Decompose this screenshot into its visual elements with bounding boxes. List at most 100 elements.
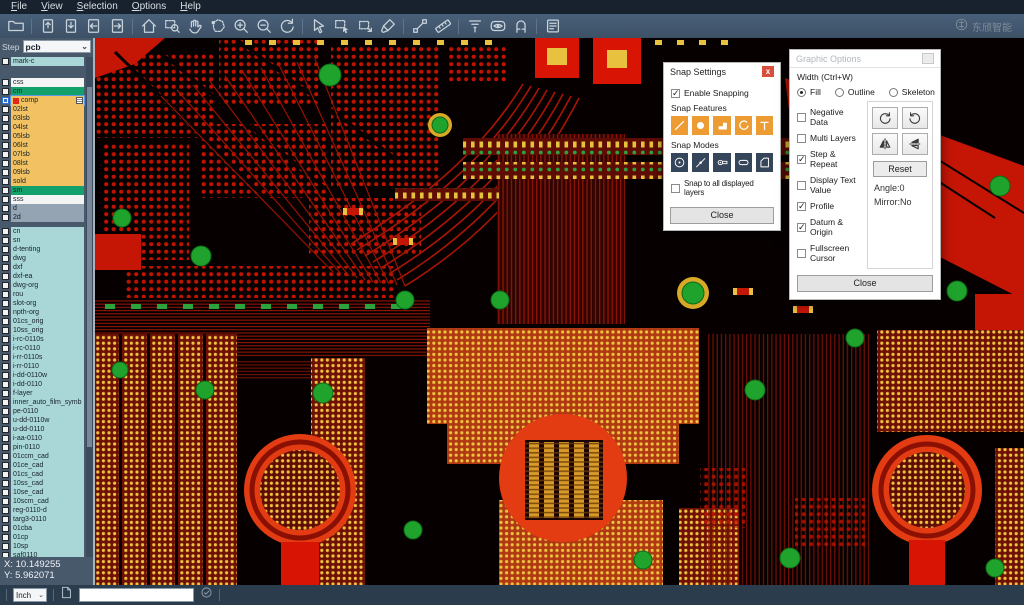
graphic-option-datum-origin[interactable]: Datum & Origin — [797, 217, 861, 237]
layer-row-dwg-org[interactable]: dwg-org — [1, 281, 84, 290]
menu-file[interactable]: File — [4, 0, 34, 14]
layer-label[interactable]: targ3-0110 — [11, 515, 84, 524]
snap-mode-slot-button[interactable] — [735, 153, 752, 172]
zoom-in-icon[interactable] — [229, 16, 252, 37]
layer-label[interactable]: css — [11, 78, 84, 87]
home-view-icon[interactable] — [137, 16, 160, 37]
layer-checkbox[interactable] — [2, 79, 9, 86]
layer-label[interactable]: 01cp — [11, 533, 84, 542]
layer-label[interactable]: cn — [11, 227, 84, 236]
layer-row-i-rr-0110[interactable]: i-rr-0110 — [1, 362, 84, 371]
layer-label[interactable]: 10se_cad — [11, 488, 84, 497]
layer-checkbox[interactable] — [2, 516, 9, 523]
graphic-option-profile[interactable]: Profile — [797, 201, 861, 211]
layer-label[interactable]: d-tenting — [11, 245, 84, 254]
layer-label[interactable]: u-dd-0110 — [11, 425, 84, 434]
layer-label[interactable]: u-dd-0110w — [11, 416, 84, 425]
layer-row-10scm_cad[interactable]: 10scm_cad — [1, 497, 84, 506]
layer-checkbox[interactable] — [2, 426, 9, 433]
layer-checkbox[interactable] — [2, 273, 9, 280]
layer-row-u-dd-0110[interactable]: u-dd-0110 — [1, 425, 84, 434]
layer-label[interactable]: cm — [11, 87, 84, 96]
snap-feature-surface-button[interactable] — [713, 116, 730, 135]
layer-checkbox[interactable] — [2, 264, 9, 271]
layer-label[interactable]: reg-0110-d — [11, 506, 84, 515]
layer-row-cm[interactable]: cm — [1, 87, 84, 96]
width-radio-skeleton[interactable]: Skeleton — [889, 87, 935, 97]
menu-selection[interactable]: Selection — [70, 0, 125, 14]
filter-icon[interactable] — [463, 16, 486, 37]
layer-label[interactable]: 03lsb — [11, 114, 84, 123]
graphic-option-multi-layers[interactable]: Multi Layers — [797, 133, 861, 143]
graphic-option-negative-data[interactable]: Negative Data — [797, 107, 861, 127]
layer-label[interactable]: i-rr-0110s — [11, 353, 84, 362]
layer-checkbox[interactable] — [2, 237, 9, 244]
layer-checkbox[interactable] — [2, 453, 9, 460]
layer-checkbox[interactable] — [2, 133, 9, 140]
layer-row-npth-org[interactable]: npth-org — [1, 308, 84, 317]
layer-row-10sp[interactable]: 10sp — [1, 542, 84, 551]
snap-mode-center-button[interactable] — [671, 153, 688, 172]
layer-label[interactable]: i-dd-0110w — [11, 371, 84, 380]
layer-label[interactable]: sm — [11, 186, 84, 195]
layer-row-10ss_orig[interactable]: 10ss_orig — [1, 326, 84, 335]
layer-row-dxf[interactable]: dxf — [1, 263, 84, 272]
export-file-icon[interactable] — [36, 16, 59, 37]
layer-checkbox[interactable] — [2, 187, 9, 194]
graphic-option-step-repeat[interactable]: Step & Repeat — [797, 149, 861, 169]
snap-mode-midpoint-button[interactable] — [692, 153, 709, 172]
layer-label[interactable]: dxf — [11, 263, 84, 272]
layer-label[interactable]: i-rc-0110 — [11, 344, 84, 353]
layer-label[interactable]: i-rc-0110s — [11, 335, 84, 344]
layer-label[interactable]: rou — [11, 290, 84, 299]
layer-checkbox[interactable] — [2, 534, 9, 541]
layer-label[interactable]: comp — [11, 96, 84, 105]
layer-label[interactable]: saf0110 — [11, 551, 84, 557]
layer-row-01cs_cad[interactable]: 01cs_cad — [1, 470, 84, 479]
snap-mode-corner-button[interactable] — [756, 153, 773, 172]
command-input[interactable] — [79, 588, 194, 602]
layer-label[interactable]: 09lsb — [11, 168, 84, 177]
layer-checkbox[interactable] — [2, 196, 9, 203]
layer-row-01cs_orig[interactable]: 01cs_orig — [1, 317, 84, 326]
mirror-vertical-button[interactable] — [902, 133, 928, 155]
close-icon[interactable] — [922, 53, 934, 64]
layer-checkbox[interactable] — [2, 408, 9, 415]
pcb-canvas[interactable]: Snap Settings x Enable Snapping Snap Fea… — [95, 38, 1024, 585]
layer-row-slot-org[interactable]: slot-org — [1, 299, 84, 308]
layer-checkbox[interactable] — [2, 480, 9, 487]
layer-row-mark-c[interactable]: mark-c — [1, 57, 84, 66]
mirror-horizontal-button[interactable] — [872, 133, 898, 155]
layer-row-01cp[interactable]: 01cp — [1, 533, 84, 542]
close-icon[interactable]: x — [762, 66, 774, 77]
layer-checkbox[interactable] — [2, 142, 9, 149]
prev-file-icon[interactable] — [82, 16, 105, 37]
snap-feature-line-button[interactable] — [671, 116, 688, 135]
snap-all-layers-checkbox[interactable]: Snap to all displayed layers — [671, 179, 773, 197]
menu-options[interactable]: Options — [125, 0, 173, 14]
layer-checkbox[interactable] — [2, 417, 9, 424]
layer-row-sn[interactable]: sn — [1, 236, 84, 245]
layer-label[interactable]: 05lsb — [11, 132, 84, 141]
layer-row-saf0110[interactable]: saf0110 — [1, 551, 84, 557]
layer-row-dxf-ea[interactable]: dxf-ea — [1, 272, 84, 281]
layer-row-f-layer[interactable]: f-layer — [1, 389, 84, 398]
layer-checkbox[interactable] — [2, 525, 9, 532]
layer-row-i-rr-0110s[interactable]: i-rr-0110s — [1, 353, 84, 362]
layer-checkbox[interactable] — [2, 372, 9, 379]
layer-row-d-tenting[interactable]: d-tenting — [1, 245, 84, 254]
layer-checkbox[interactable] — [2, 160, 9, 167]
layer-row-reg-0110-d[interactable]: reg-0110-d — [1, 506, 84, 515]
layer-checkbox[interactable] — [2, 291, 9, 298]
next-file-icon[interactable] — [105, 16, 128, 37]
layer-checkbox[interactable] — [2, 115, 9, 122]
layer-checkbox[interactable] — [2, 462, 9, 469]
layer-label[interactable]: d — [11, 204, 84, 213]
menu-help[interactable]: Help — [173, 0, 208, 14]
layer-row-05lsb[interactable]: 05lsb — [1, 132, 84, 141]
layer-row-03lsb[interactable]: 03lsb — [1, 114, 84, 123]
layer-label[interactable]: npth-org — [11, 308, 84, 317]
layer-checkbox[interactable] — [2, 309, 9, 316]
zoom-previous-icon[interactable] — [275, 16, 298, 37]
scrollbar-thumb[interactable] — [87, 87, 92, 447]
